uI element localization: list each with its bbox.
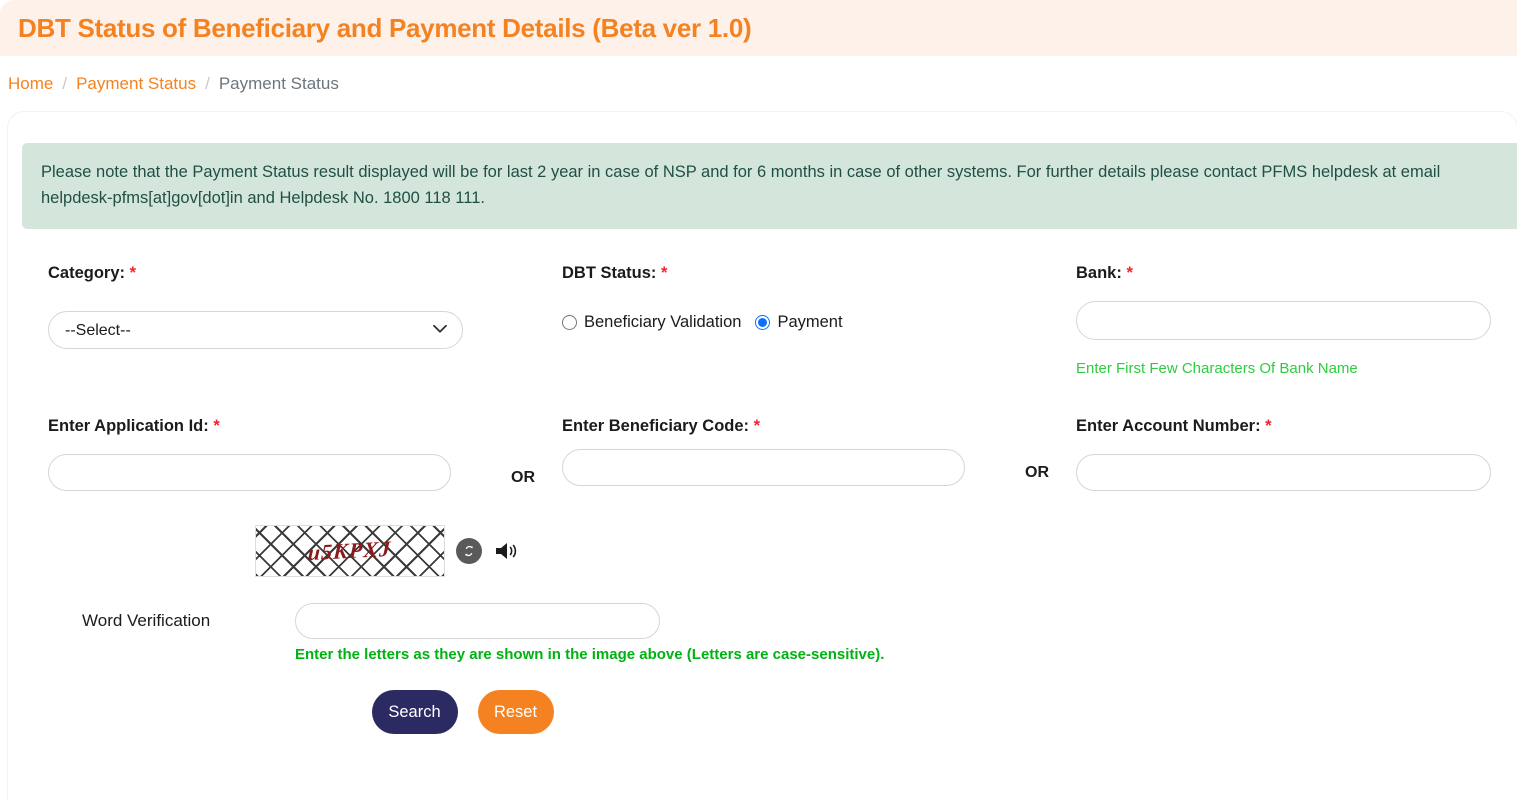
bank-input[interactable] [1076,301,1491,341]
captcha-text: u5KPXJ [307,535,393,566]
word-verification-input[interactable] [295,603,660,640]
bank-hint: Enter First Few Characters Of Bank Name [1076,360,1358,378]
category-label: Category: * [48,264,562,283]
word-verification-hint: Enter the letters as they are shown in t… [295,646,885,664]
application-id-label-text: Enter Application Id: [48,417,209,436]
category-required-marker: * [129,264,137,283]
form-row-1: Category: * --Select-- DBT Status: * Ben… [48,264,1517,377]
or-divider-2: OR [1025,464,1049,482]
radio-beneficiary-validation-input[interactable] [562,315,577,331]
category-select-wrap: --Select-- [48,311,463,350]
radio-payment-label: Payment [777,313,843,332]
beneficiary-code-field-group: Enter Beneficiary Code: * [562,417,1076,491]
radio-payment-input[interactable] [755,315,771,331]
breadcrumb-payment-status-link[interactable]: Payment Status [76,74,196,94]
radio-beneficiary-validation-label: Beneficiary Validation [584,313,742,332]
breadcrumb-current: Payment Status [218,74,339,93]
beneficiary-code-label-text: Enter Beneficiary Code: [562,417,750,436]
page-title: DBT Status of Beneficiary and Payment De… [18,12,752,43]
beneficiary-code-label: Enter Beneficiary Code: * [562,417,1076,436]
refresh-icon[interactable] [456,538,482,565]
breadcrumb-home-link[interactable]: Home [8,74,53,94]
or-divider-1: OR [511,469,535,487]
payment-status-card: Please note that the Payment Status resu… [8,112,1517,800]
radio-payment[interactable]: Payment [755,313,843,332]
page-header: DBT Status of Beneficiary and Payment De… [0,0,1517,56]
breadcrumb-separator-1: / [62,74,68,93]
category-field-group: Category: * --Select-- [48,264,562,377]
speaker-icon[interactable] [493,538,521,564]
breadcrumb: Home / Payment Status / Payment Status [0,56,1517,112]
dbt-status-label-text: DBT Status: [562,264,657,283]
word-verification-label: Word Verification [82,611,211,631]
beneficiary-code-input[interactable] [562,449,965,487]
account-number-required-marker: * [1265,417,1272,436]
category-label-text: Category: [48,264,126,283]
application-id-input[interactable] [48,454,451,492]
bank-field-group: Bank: * Enter First Few Characters Of Ba… [1076,264,1516,377]
form-actions: Search Reset [48,690,1517,735]
dbt-status-field-group: DBT Status: * Beneficiary Validation Pay… [562,264,1076,377]
radio-beneficiary-validation[interactable]: Beneficiary Validation [562,313,741,332]
bank-label: Bank: * [1076,264,1516,283]
dbt-status-label: DBT Status: * [562,264,1076,283]
captcha-row: u5KPXJ [255,525,1517,578]
dbt-status-required-marker: * [661,264,668,283]
search-form: Category: * --Select-- DBT Status: * Ben… [8,264,1517,735]
bank-required-marker: * [1126,264,1133,283]
notice-banner: Please note that the Payment Status resu… [22,143,1517,230]
form-row-2: Enter Application Id: * Enter Beneficiar… [48,417,1517,492]
application-id-label: Enter Application Id: * [48,417,562,436]
application-id-required-marker: * [213,417,220,436]
account-number-input[interactable] [1076,454,1491,492]
beneficiary-code-required-marker: * [753,417,761,436]
breadcrumb-separator-2: / [205,74,210,93]
category-select[interactable]: --Select-- [48,311,463,350]
account-number-label-text: Enter Account Number: [1076,417,1261,436]
word-verification-row: Word Verification [48,603,1517,640]
application-id-field-group: Enter Application Id: * [48,417,562,492]
account-number-field-group: Enter Account Number: * [1076,417,1516,492]
dbt-status-radio-group: Beneficiary Validation Payment [562,313,1076,332]
bank-label-text: Bank: [1076,264,1122,283]
search-button[interactable]: Search [371,690,458,735]
captcha-image: u5KPXJ [255,525,445,578]
reset-button[interactable]: Reset [477,690,554,735]
account-number-label: Enter Account Number: * [1076,417,1516,436]
